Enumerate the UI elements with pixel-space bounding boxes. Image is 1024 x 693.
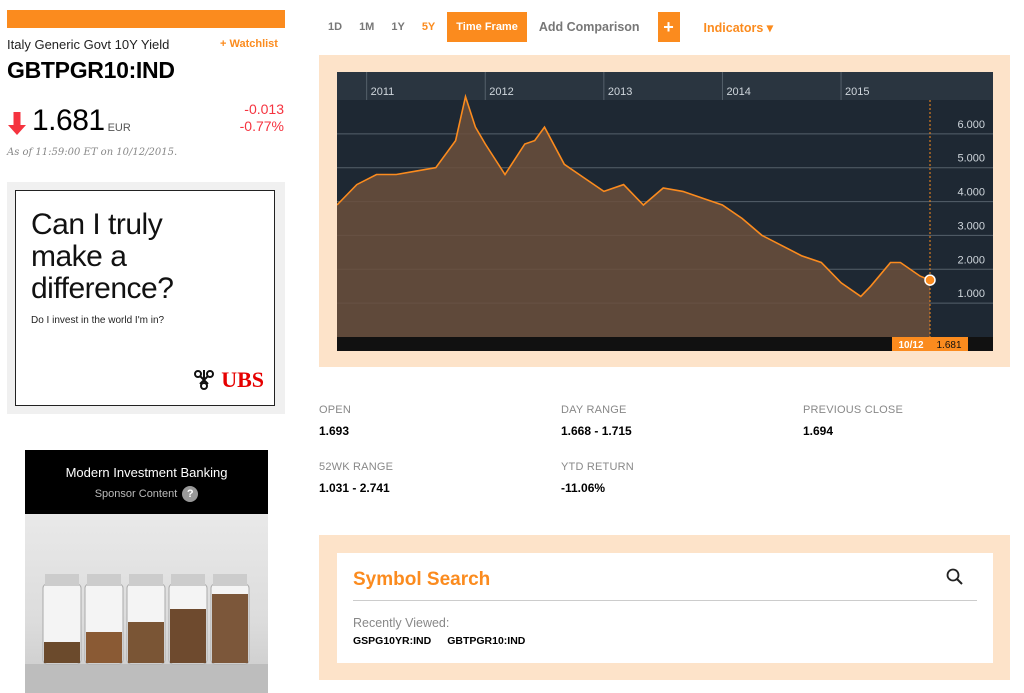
sponsor-content-label: Sponsor Content ?	[25, 486, 268, 502]
recently-viewed-label: Recently Viewed:	[353, 616, 450, 630]
stat-open: OPEN 1.693	[319, 404, 351, 438]
sponsor-text: Sponsor Content	[94, 488, 178, 500]
price-change: -0.013 -0.77%	[240, 101, 284, 135]
stat-day-range: DAY RANGE 1.668 - 1.715	[561, 404, 632, 438]
price-chart-svg[interactable]: 6.000 5.000 4.000 3.000 2.000 1.000 2011 2012 20…	[336, 72, 993, 351]
ubs-logo: UBS	[191, 367, 264, 393]
stat-label: 52WK RANGE	[319, 461, 394, 473]
stat-value: 1.693	[319, 424, 350, 438]
header-accent-bar	[7, 10, 285, 28]
stat-value: 1.694	[803, 424, 834, 438]
add-comparison-button[interactable]: Add Comparison	[539, 20, 640, 34]
x-tick-label: 2013	[608, 86, 632, 98]
y-tick-label: 3.000	[957, 220, 985, 232]
ad-subline: Do I invest in the world I'm in?	[31, 315, 165, 326]
ubs-ad-box[interactable]: Can I truly make a difference? Do I inve…	[15, 190, 275, 406]
stat-52wk-range: 52WK RANGE 1.031 - 2.741	[319, 461, 393, 495]
timeframe-5y[interactable]: 5Y	[422, 21, 435, 33]
stat-label: OPEN	[319, 404, 351, 416]
y-tick-label: 5.000	[957, 153, 985, 165]
stat-value: 1.668 - 1.715	[561, 424, 632, 438]
sponsor-header: Modern Investment Banking Sponsor Conten…	[25, 450, 268, 514]
y-tick-label: 1.000	[957, 288, 985, 300]
y-tick-label: 6.000	[957, 119, 985, 131]
help-icon[interactable]: ?	[182, 486, 199, 502]
search-input-underline[interactable]	[353, 600, 977, 601]
y-tick-label: 4.000	[957, 187, 985, 199]
change-value: -0.013	[244, 101, 284, 117]
ubs-brand-text: UBS	[221, 367, 264, 392]
add-comparison-plus-button[interactable]: +	[657, 12, 680, 42]
coin-jars-image	[25, 514, 268, 693]
ad-headline: Can I truly make a difference?	[31, 208, 174, 305]
symbol-search-title: Symbol Search	[353, 569, 491, 590]
stat-value: -11.06%	[561, 481, 606, 495]
stat-value: 1.031 - 2.741	[319, 481, 390, 495]
recent-symbol-link[interactable]: GBTPGR10:IND	[447, 635, 525, 647]
recent-symbol-link[interactable]: GSPG10YR:IND	[353, 635, 431, 647]
chart-header-band	[337, 72, 993, 100]
currency-label: EUR	[107, 122, 131, 134]
series-area	[337, 96, 930, 337]
ubs-keys-icon	[194, 370, 215, 390]
sponsor-title: Modern Investment Banking	[65, 465, 228, 480]
change-percent: -0.77%	[239, 118, 284, 134]
price-row: 1.681 EUR	[7, 102, 131, 136]
stat-label: DAY RANGE	[561, 404, 627, 416]
y-tick-label: 2.000	[957, 254, 985, 266]
x-tick-label: 2014	[726, 86, 750, 98]
as-of-timestamp: As of 11:59:00 ET on 10/12/2015.	[7, 147, 178, 158]
last-value-label: 1.681	[936, 340, 961, 351]
coin-jars-illustration	[25, 574, 268, 693]
last-date-label: 10/12	[898, 340, 923, 351]
sponsor-advertisement[interactable]: Modern Investment Banking Sponsor Conten…	[25, 450, 268, 693]
stat-label: PREVIOUS CLOSE	[803, 404, 903, 416]
timeframe-1d[interactable]: 1D	[328, 21, 342, 33]
chart-toolbar: 1D 1M 1Y 5Y Time Frame Add Comparison + …	[320, 12, 773, 42]
timeframe-1y[interactable]: 1Y	[391, 21, 404, 33]
ticker-symbol: GBTPGR10:IND	[7, 57, 175, 83]
stat-ytd-return: YTD RETURN -11.06%	[561, 461, 634, 495]
x-tick-label: 2011	[371, 86, 395, 98]
price-chart[interactable]: 6.000 5.000 4.000 3.000 2.000 1.000 2011 2012 20…	[336, 72, 993, 351]
stat-previous-close: PREVIOUS CLOSE 1.694	[803, 404, 903, 438]
timeframe-1m[interactable]: 1M	[359, 21, 374, 33]
x-tick-label: 2015	[845, 86, 869, 98]
indicators-dropdown[interactable]: Indicators ▾	[704, 20, 773, 35]
search-icon[interactable]	[945, 567, 965, 587]
time-frame-button[interactable]: Time Frame	[447, 12, 527, 42]
last-price: 1.681	[32, 104, 105, 137]
add-watchlist-link[interactable]: + Watchlist	[220, 38, 278, 50]
down-arrow-icon	[8, 112, 26, 135]
x-tick-label: 2012	[489, 86, 513, 98]
last-point-marker	[924, 274, 936, 286]
ubs-advertisement[interactable]: Can I truly make a difference? Do I inve…	[7, 182, 285, 414]
security-name: Italy Generic Govt 10Y Yield	[7, 37, 170, 52]
recently-viewed-list: GSPG10YR:IND GBTPGR10:IND	[353, 635, 525, 647]
symbol-search-panel: Symbol Search Recently Viewed: GSPG10YR:…	[337, 553, 993, 663]
stat-label: YTD RETURN	[561, 461, 634, 473]
